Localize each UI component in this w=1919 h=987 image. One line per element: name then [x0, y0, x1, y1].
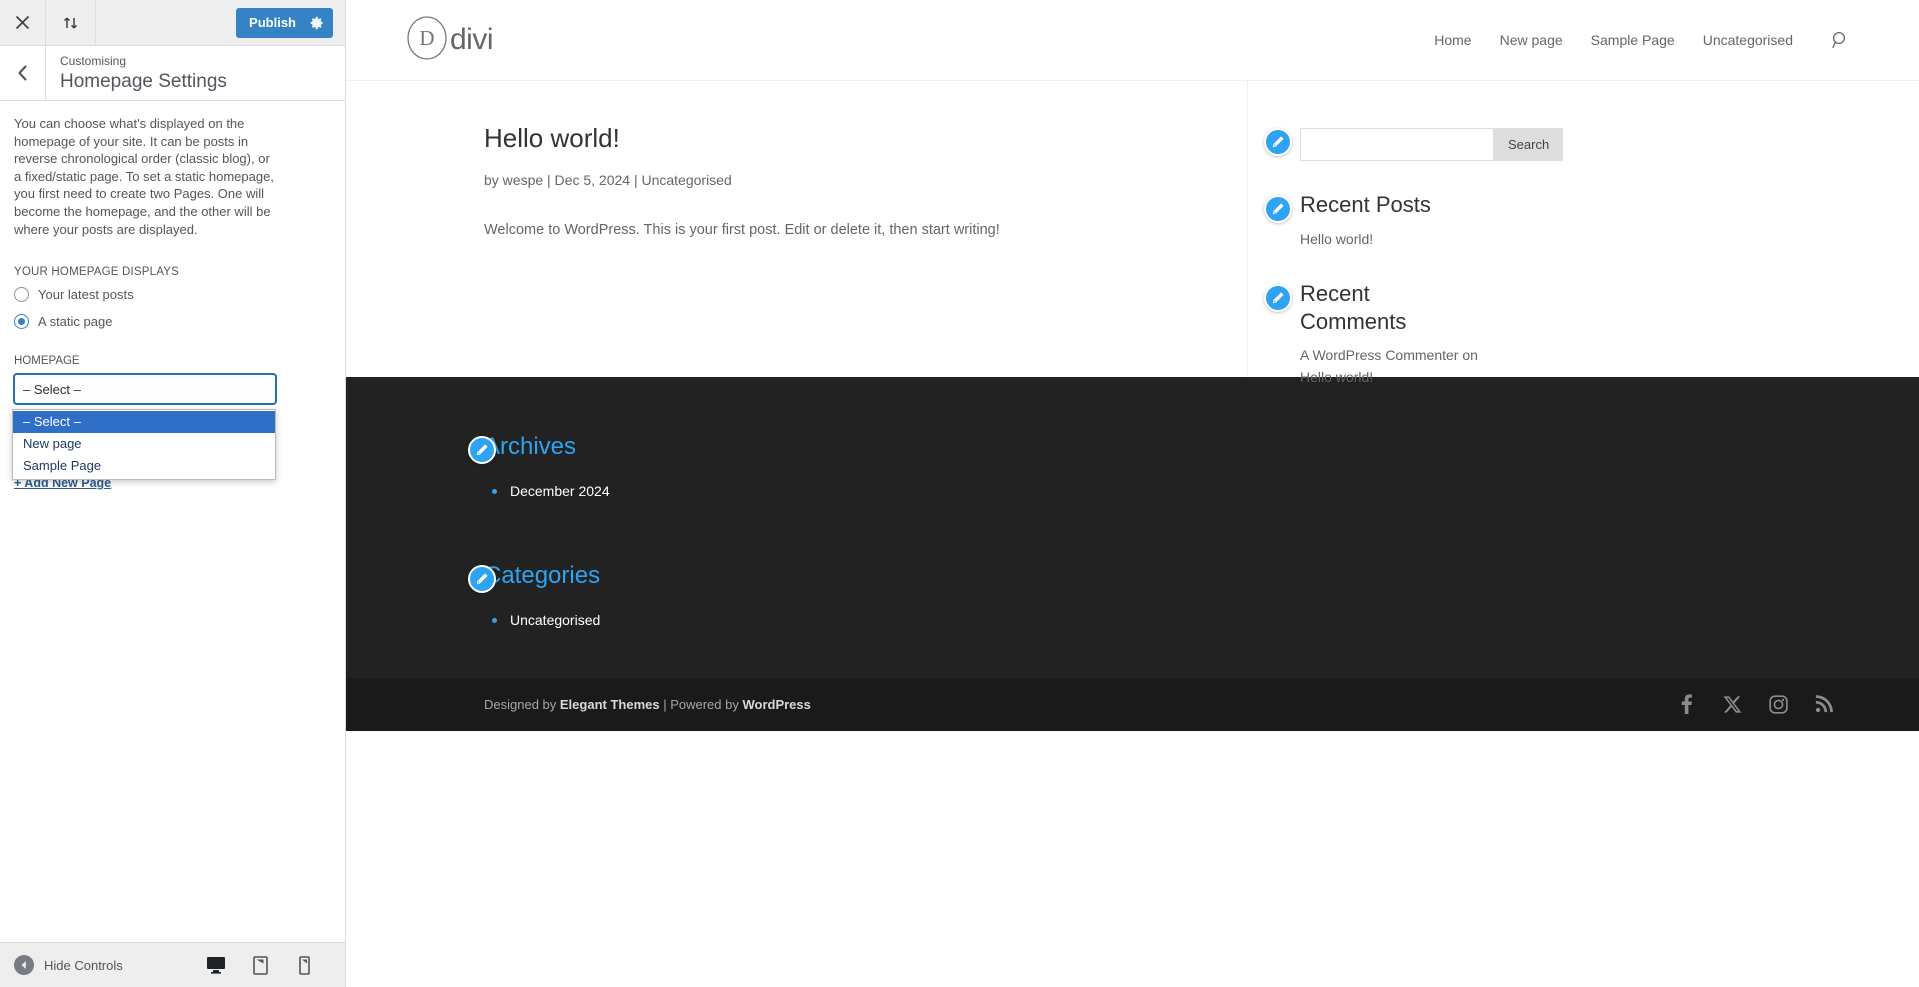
homepage-select-value: – Select –	[23, 381, 81, 397]
site-logo-text: divi	[450, 23, 494, 56]
close-icon[interactable]	[0, 0, 46, 45]
footer-social-links	[1675, 693, 1835, 715]
nav-item-home[interactable]: Home	[1434, 32, 1471, 48]
device-preview-buttons	[205, 954, 331, 976]
radio-latest-posts-indicator[interactable]	[14, 287, 29, 303]
left-arrow-circle-icon	[14, 955, 34, 975]
desktop-preview-icon[interactable]	[205, 954, 227, 976]
homepage-displays-legend: YOUR HOMEPAGE DISPLAYS	[14, 266, 180, 279]
search-button[interactable]: Search	[1494, 128, 1564, 161]
page-title: Homepage Settings	[60, 71, 227, 92]
customizer-screen: Publish Customising Homepage Settings Yo…	[0, 0, 1919, 987]
edit-pencil-icon[interactable]	[1264, 284, 1292, 313]
homepage-select-dropdown[interactable]: – Select – New page Sample Page	[12, 409, 276, 480]
publish-button[interactable]: Publish	[236, 7, 333, 38]
footer-bottom-bar: Designed by Elegant Themes | Powered by …	[346, 677, 1919, 731]
mobile-preview-icon[interactable]	[293, 954, 315, 976]
sidebar-column: Search Recent Posts Hello world! Recent …	[1247, 81, 1637, 385]
edit-pencil-icon[interactable]	[1264, 195, 1292, 223]
breadcrumb: Customising	[60, 54, 127, 68]
credit-theme-link[interactable]: Elegant Themes	[560, 697, 660, 712]
rss-icon[interactable]	[1813, 693, 1835, 715]
customizer-topbar: Publish	[0, 0, 345, 46]
radio-latest-posts-label: Your latest posts	[38, 287, 134, 303]
list-item[interactable]: Uncategorised	[484, 607, 784, 634]
widget-title-recent-comments: Recent Comments	[1300, 281, 1407, 334]
footer-credit: Designed by Elegant Themes | Powered by …	[484, 697, 811, 712]
hide-controls-button[interactable]: Hide Controls	[14, 955, 123, 975]
content-area: Hello world! by wespe | Dec 5, 2024 | Un…	[346, 81, 1919, 385]
search-icon[interactable]	[1831, 31, 1849, 49]
primary-nav: Home New page Sample Page Uncategorised	[1434, 31, 1849, 49]
nav-item-sample-page[interactable]: Sample Page	[1591, 32, 1675, 48]
radio-static-page-label: A static page	[38, 314, 113, 330]
homepage-select[interactable]: – Select –	[14, 374, 276, 405]
svg-text:D: D	[419, 26, 434, 50]
post-column: Hello world! by wespe | Dec 5, 2024 | Un…	[346, 81, 1246, 377]
site-logo[interactable]: D divi	[406, 15, 494, 66]
customizer-bottom-bar: Hide Controls	[0, 942, 345, 987]
archives-list: December 2024	[484, 478, 784, 505]
footer-widgets: Archives December 2024 Categories Uncate…	[346, 377, 1919, 678]
site-header: D divi Home New page Sample Page Uncateg…	[346, 0, 1919, 81]
footer-widget-title-archives: Archives	[484, 433, 577, 460]
tablet-preview-icon[interactable]	[249, 954, 271, 976]
post-title: Hello world!	[484, 123, 620, 153]
customizer-sidebar: Publish Customising Homepage Settings Yo…	[0, 0, 346, 987]
footer-widget-archives: Archives December 2024	[468, 433, 784, 505]
edit-pencil-icon[interactable]	[468, 436, 496, 464]
search-widget: Search	[1248, 128, 1637, 161]
facebook-icon[interactable]	[1675, 693, 1697, 715]
nav-item-uncategorised[interactable]: Uncategorised	[1703, 32, 1793, 48]
list-item[interactable]: December 2024	[484, 478, 784, 505]
credit-prefix: Designed by	[484, 696, 560, 712]
customizer-titles: Customising Homepage Settings	[46, 46, 227, 100]
post-body: Welcome to WordPress. This is your first…	[484, 222, 1000, 239]
sidebar-search-row: Search	[1300, 128, 1564, 161]
homepage-settings-description: You can choose what's displayed on the h…	[14, 116, 274, 237]
hide-controls-label: Hide Controls	[44, 957, 123, 973]
gear-icon[interactable]	[307, 8, 333, 38]
dropdown-option-sample-page[interactable]: Sample Page	[13, 455, 275, 477]
publish-button-label: Publish	[249, 14, 296, 30]
recent-comments-widget: Recent Comments A WordPress Commenter on…	[1248, 280, 1637, 388]
homepage-field-label: HOMEPAGE	[14, 355, 80, 368]
recent-posts-widget: Recent Posts Hello world!	[1248, 191, 1637, 250]
dropdown-option-new-page[interactable]: New page	[13, 433, 275, 455]
customizer-panel-header: Customising Homepage Settings	[0, 46, 345, 101]
publish-area: Publish	[236, 0, 345, 45]
credit-cms-link[interactable]: WordPress	[742, 697, 810, 712]
credit-middle: | Powered by	[659, 696, 743, 712]
collapse-arrows-icon[interactable]	[46, 0, 96, 45]
search-input[interactable]	[1300, 128, 1494, 161]
widget-title-recent-posts: Recent Posts	[1300, 192, 1431, 217]
footer-widget-categories: Categories Uncategorised	[468, 562, 784, 634]
chevron-left-icon[interactable]	[0, 46, 46, 100]
radio-static-page-indicator[interactable]	[14, 314, 29, 330]
radio-static-page[interactable]: A static page	[14, 314, 331, 330]
edit-pencil-icon[interactable]	[1264, 128, 1292, 156]
nav-item-new-page[interactable]: New page	[1500, 32, 1563, 48]
site-footer: Archives December 2024 Categories Uncate…	[346, 377, 1919, 731]
x-twitter-icon[interactable]	[1721, 693, 1743, 715]
recent-post-link[interactable]: Hello world!	[1300, 229, 1637, 251]
site-preview: D divi Home New page Sample Page Uncateg…	[346, 0, 1919, 987]
recent-comment-entry[interactable]: A WordPress Commenter on Hello world!	[1300, 345, 1485, 388]
footer-widget-title-categories: Categories	[484, 562, 601, 590]
categories-list: Uncategorised	[484, 607, 784, 634]
post-meta: by wespe | Dec 5, 2024 | Uncategorised	[484, 172, 732, 189]
instagram-icon[interactable]	[1767, 693, 1789, 715]
circled-d-logo: D	[406, 15, 448, 66]
dropdown-option-select[interactable]: – Select –	[13, 411, 275, 433]
radio-latest-posts[interactable]: Your latest posts	[14, 287, 331, 303]
